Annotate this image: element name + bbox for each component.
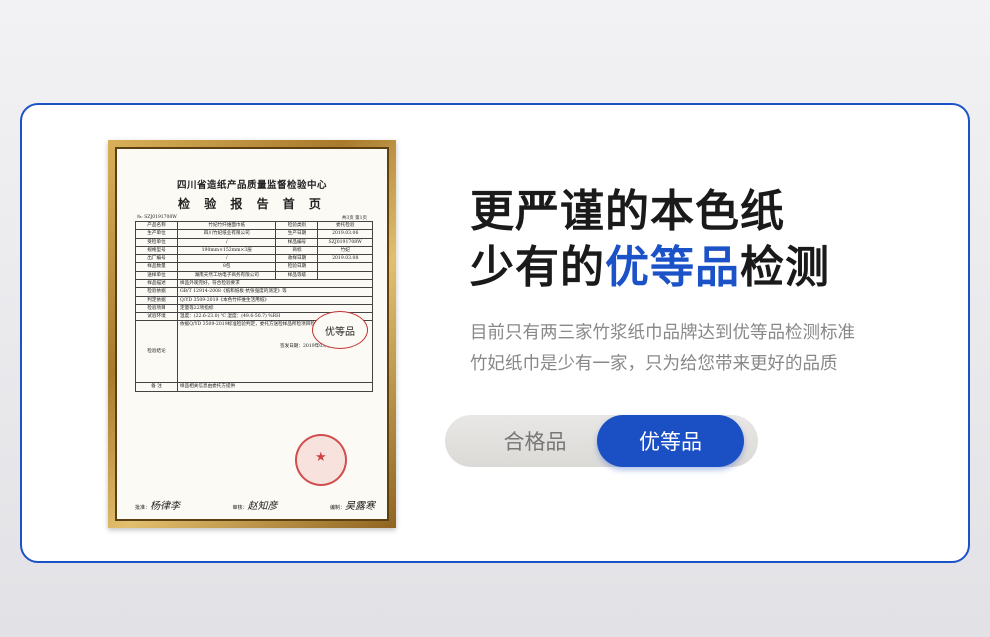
description-line2: 竹妃纸巾是少有一家，只为给您带来更好的品质 bbox=[470, 354, 838, 374]
table-row: 受检单位 / 样品编号 SZJ0191708W bbox=[135, 237, 373, 247]
table-row: 出厂编号 / 收样日期 2019.03.08 bbox=[135, 254, 373, 264]
inspection-report: 四川省造纸产品质量监督检验中心 检 验 报 告 首 页 №: SZJ019170… bbox=[117, 149, 387, 519]
report-title: 四川省造纸产品质量监督检验中心 bbox=[176, 180, 327, 191]
report-subtitle: 检 验 报 告 首 页 bbox=[178, 197, 326, 211]
table-row: 判定依据 Q/YD 3509-2019《本色竹纤维生活用纸》 bbox=[135, 295, 373, 305]
official-seal-icon: ★ bbox=[295, 434, 347, 486]
table-row: 检验依据 GB/T 12914-2008《纸和纸板 抗张强度的测定》等 bbox=[135, 287, 373, 297]
grade-stamp: 优等品 bbox=[312, 311, 368, 349]
headline: 更严谨的本色纸 少有的优等品检测 bbox=[470, 184, 830, 296]
report-number: №: SZJ0191708W bbox=[137, 215, 177, 220]
toggle-option-qualified[interactable]: 合格品 bbox=[475, 415, 595, 467]
grade-toggle[interactable]: 合格品 优等品 bbox=[445, 415, 758, 467]
table-row: 样品数量 8包 检验日期 bbox=[135, 262, 373, 272]
description: 目前只有两三家竹浆纸巾品牌达到优等品检测标准 竹妃纸巾是少有一家，只为给您带来更… bbox=[470, 318, 930, 380]
signature-editor: 吴露寒 bbox=[344, 501, 375, 512]
report-table: 产品名称 竹妃竹纤维面巾纸 检验类别 委托检验 生产单位 四川竹妃纸业有限公司 生产日期 20… bbox=[135, 220, 373, 392]
table-row: 规格型号 190mm×152mm×3层 商标 竹妃 bbox=[135, 245, 373, 256]
table-row: 产品名称 竹妃竹纤维面巾纸 检验类别 委托检验 bbox=[135, 220, 373, 231]
table-row: 送样单位 湖南天然工坊电子商务有限公司 样品等级 bbox=[135, 270, 373, 280]
signature-row: 批准：杨律李 审核：赵知彦 编制：吴露寒 bbox=[135, 501, 375, 512]
signature-reviewer: 赵知彦 bbox=[247, 501, 278, 512]
toggle-option-premium[interactable]: 优等品 bbox=[597, 415, 744, 467]
table-row: 备 注样品相关信息由委托方提供 bbox=[135, 382, 373, 392]
headline-line2: 少有的优等品检测 bbox=[470, 242, 830, 293]
table-row: 样品描述 样品外观完好，符合检验要求 bbox=[135, 278, 373, 289]
table-row: 生产单位 四川竹妃纸业有限公司 生产日期 2019.03.06 bbox=[135, 229, 373, 239]
headline-line1: 更严谨的本色纸 bbox=[470, 186, 785, 237]
signature-approver: 杨律李 bbox=[150, 501, 181, 512]
description-line1: 目前只有两三家竹浆纸巾品牌达到优等品检测标准 bbox=[470, 323, 855, 343]
certificate-frame: 四川省造纸产品质量监督检验中心 检 验 报 告 首 页 №: SZJ019170… bbox=[108, 140, 396, 528]
headline-highlight: 优等品 bbox=[605, 242, 740, 293]
